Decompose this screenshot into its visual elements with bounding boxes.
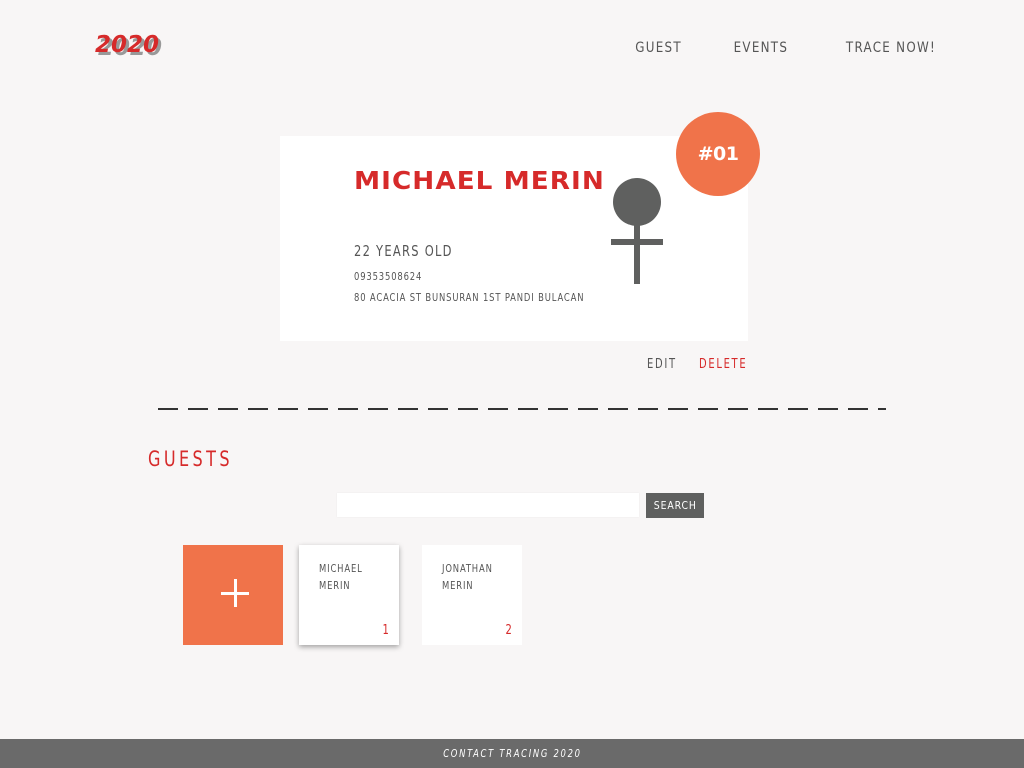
guests-section-title: GUESTS (148, 447, 233, 471)
main-nav: GUEST EVENTS TRACE NOW! (627, 40, 936, 56)
profile-phone: 09353508624 (354, 270, 423, 283)
footer: CONTACT TRACING 2020 (0, 739, 1024, 768)
profile-age: 22 YEARS OLD (354, 242, 453, 260)
profile-actions: EDIT DELETE (647, 357, 756, 372)
search-input[interactable] (337, 493, 639, 517)
guest-card-name: JONATHAN MERIN (442, 562, 493, 592)
guest-number-badge: #01 (676, 112, 760, 196)
female-symbol-icon (611, 178, 663, 284)
dashed-divider (158, 408, 886, 410)
profile-address: 80 ACACIA ST BUNSURAN 1ST PANDI BULACAN (354, 291, 585, 304)
guest-card-name: MICHAEL MERIN (319, 562, 363, 592)
logo[interactable]: 2020 (95, 32, 159, 58)
nav-trace-now[interactable]: TRACE NOW! (846, 40, 936, 56)
page: 2020 GUEST EVENTS TRACE NOW! #01 MICHAEL… (0, 0, 1024, 768)
footer-text: CONTACT TRACING 2020 (442, 747, 582, 760)
guest-card-number: 2 (505, 623, 512, 638)
search-button[interactable]: SEARCH (646, 493, 704, 518)
edit-button[interactable]: EDIT (647, 357, 677, 372)
guest-card[interactable]: JONATHAN MERIN 2 (422, 545, 522, 645)
guest-card-number: 1 (382, 623, 389, 638)
nav-events[interactable]: EVENTS (733, 40, 788, 56)
search-button-label: SEARCH (653, 499, 697, 512)
nav-guest[interactable]: GUEST (635, 40, 682, 56)
delete-button[interactable]: DELETE (699, 357, 747, 372)
guest-card[interactable]: MICHAEL MERIN 1 (299, 545, 399, 645)
add-guest-button[interactable] (183, 545, 283, 645)
profile-name: MICHAEL MERIN (354, 166, 605, 195)
